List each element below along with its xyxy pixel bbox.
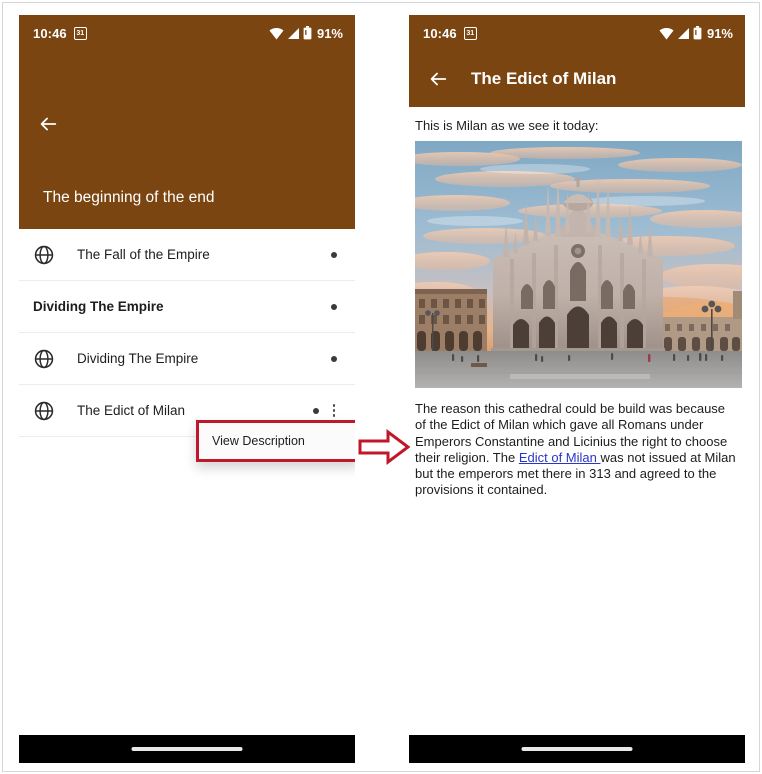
status-dot [331, 251, 337, 258]
nav-bar-left [19, 735, 355, 763]
overflow-menu-icon[interactable] [327, 404, 341, 417]
status-bar-right-group: 91% [269, 26, 343, 41]
list-item-label: The Edict of Milan [77, 403, 186, 418]
status-bar-left-group: 10:46 31 [33, 26, 87, 41]
milan-duomo-cathedral-photo [415, 141, 742, 388]
view-description-menu-item[interactable]: View Description [196, 420, 355, 462]
signal-icon [287, 27, 299, 39]
battery-icon [303, 26, 312, 40]
article-body: The reason this cathedral could be build… [415, 388, 739, 499]
list-section-header-label: Dividing The Empire [33, 299, 164, 314]
status-bar-left: 10:46 31 91% [19, 15, 355, 51]
list-section-header[interactable]: Dividing The Empire [19, 281, 355, 333]
nav-bar-right [409, 735, 745, 763]
status-dot [331, 303, 337, 310]
back-arrow-icon[interactable] [427, 68, 449, 90]
signal-icon [677, 27, 689, 39]
article-content: This is Milan as we see it today: The re… [409, 107, 745, 499]
back-arrow-icon[interactable] [37, 113, 59, 135]
page-frame: 10:46 31 91% The beginning of the end Th… [2, 2, 760, 772]
list-item-label: The Fall of the Empire [77, 247, 210, 262]
list-item[interactable]: The Fall of the Empire [19, 229, 355, 281]
battery-icon [693, 26, 702, 40]
status-bar-left-group: 10:46 31 [423, 26, 477, 41]
battery-percent: 91% [316, 25, 343, 41]
status-time: 10:46 [423, 25, 457, 41]
globe-icon [34, 245, 54, 264]
phone-screen-right: 10:46 31 91% The Edict of Milan This is … [409, 15, 745, 763]
home-pill-handle[interactable] [521, 747, 633, 751]
right-arrow-annotation [358, 429, 410, 465]
status-dot [331, 355, 337, 362]
status-time: 10:46 [33, 25, 67, 41]
chapter-list: The Fall of the Empire Dividing The Empi… [19, 229, 355, 437]
calendar-31-icon: 31 [463, 26, 477, 40]
edict-of-milan-link[interactable]: Edict of Milan [519, 450, 601, 465]
intro-text: This is Milan as we see it today: [415, 118, 599, 133]
app-bar-right: The Edict of Milan [409, 51, 745, 107]
status-bar-right-group: 91% [659, 26, 733, 41]
wifi-icon [659, 27, 674, 39]
status-dot [313, 407, 319, 414]
list-item[interactable]: Dividing The Empire [19, 333, 355, 385]
list-item-label: Dividing The Empire [77, 351, 199, 366]
globe-icon [34, 349, 54, 368]
home-pill-handle[interactable] [131, 747, 243, 751]
wifi-icon [269, 27, 284, 39]
battery-percent: 91% [706, 25, 733, 41]
hero-title: The beginning of the end [43, 189, 215, 206]
calendar-31-icon: 31 [73, 26, 87, 40]
globe-icon [34, 401, 54, 420]
phone-screen-left: 10:46 31 91% The beginning of the end Th… [19, 15, 355, 763]
page-title: The Edict of Milan [471, 69, 617, 88]
status-bar-right: 10:46 31 91% [409, 15, 745, 51]
app-bar-left: The beginning of the end [19, 51, 355, 229]
